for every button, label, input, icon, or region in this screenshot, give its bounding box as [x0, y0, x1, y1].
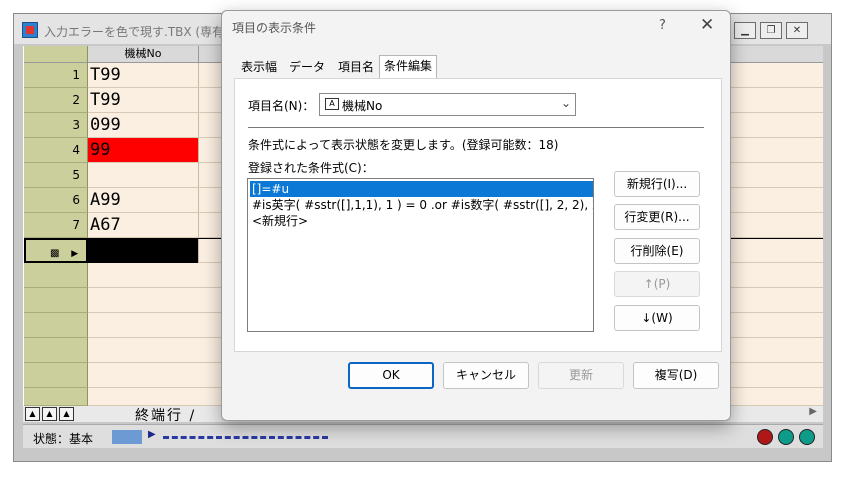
ok-button[interactable]: OK [348, 362, 434, 389]
minimize-icon[interactable]: ▁ [734, 22, 756, 39]
row-number[interactable] [24, 288, 88, 313]
divider [248, 127, 704, 128]
dialog-close-icon[interactable]: ✕ [700, 15, 714, 35]
background-window-title: 入力エラーを色で現す.TBX (専有) [44, 25, 229, 39]
teal-indicator-icon [799, 429, 815, 445]
row-number[interactable] [24, 263, 88, 288]
text-field-icon: A [325, 98, 339, 110]
field-select-value: 機械No [342, 99, 383, 113]
active-cell[interactable] [88, 239, 199, 263]
move-down-button[interactable]: ↓(W) [614, 305, 700, 331]
status-bar: 状態：基本 ▶ [23, 424, 823, 448]
tab-display-width[interactable]: 表示幅 [237, 57, 282, 78]
list-item[interactable]: <新規行> [250, 213, 593, 229]
scroll-up-icon[interactable]: ▲ [59, 407, 74, 421]
first-page-icon[interactable]: ▲ [25, 407, 40, 421]
row-number[interactable] [24, 388, 88, 406]
status-color-swatch [112, 430, 142, 444]
update-button[interactable]: 更新 [538, 362, 624, 389]
duplicate-button[interactable]: 複写(D) [633, 362, 719, 389]
new-row-button[interactable]: 新規行(I)... [614, 171, 700, 197]
condition-list[interactable]: []=#u #is英字( #sstr([],1,1), 1 ) = 0 .or … [247, 178, 594, 332]
tab-data[interactable]: データ [285, 57, 330, 78]
status-arrow-icon: ▶ [148, 429, 156, 440]
condition-edit-panel: 項目名(N)： A 機械No ⌄ 条件式によって表示状態を変更します。(登録可能… [234, 78, 722, 352]
column-header-label[interactable]: 機械No [88, 46, 199, 63]
current-row-pointer-icon: ▶ [71, 249, 79, 259]
field-select[interactable]: A 機械No ⌄ [319, 93, 576, 116]
grid-corner [24, 46, 88, 63]
condition-dialog: 項目の表示条件 ? ✕ 表示幅 データ 項目名 条件編集 項目名(N)： A 機… [221, 10, 731, 421]
table-cell[interactable]: A67 [88, 213, 199, 237]
cancel-button[interactable]: キャンセル [443, 362, 529, 389]
row-number[interactable]: 4 [24, 138, 88, 163]
help-icon[interactable]: ? [659, 18, 666, 33]
status-text: 状態：基本 [33, 432, 94, 446]
current-row-header[interactable]: ▩ ▶ [24, 238, 88, 263]
table-cell[interactable] [88, 163, 199, 187]
red-indicator-icon [757, 429, 773, 445]
app-icon [22, 22, 38, 38]
row-number[interactable] [24, 363, 88, 388]
row-number[interactable]: 3 [24, 113, 88, 138]
row-number[interactable] [24, 338, 88, 363]
dialog-title: 項目の表示条件 [232, 21, 317, 35]
row-number[interactable]: 1 [24, 63, 88, 88]
tab-item-name[interactable]: 項目名 [334, 57, 379, 78]
end-row-label: 終端行 / [135, 408, 197, 424]
list-item[interactable]: #is英字( #sstr([],1,1), 1 ) = 0 .or #is数字(… [250, 197, 593, 213]
row-number[interactable]: 7 [24, 213, 88, 238]
change-row-button[interactable]: 行変更(R)... [614, 204, 700, 230]
status-progress-dashes [163, 436, 328, 439]
table-cell[interactable]: T99 [88, 88, 199, 112]
chevron-down-icon[interactable]: ⌄ [561, 96, 571, 110]
row-number[interactable]: 2 [24, 88, 88, 113]
move-up-button[interactable]: ↑(P) [614, 271, 700, 297]
field-label: 項目名(N)： [248, 99, 315, 113]
row-number[interactable] [24, 313, 88, 338]
row-number[interactable]: 5 [24, 163, 88, 188]
new-row-marker-icon: ▩ [50, 248, 60, 259]
delete-row-button[interactable]: 行削除(E) [614, 238, 700, 264]
scroll-right-icon[interactable]: ▶ [809, 406, 817, 417]
info-text: 条件式によって表示状態を変更します。(登録可能数：18) [248, 138, 559, 152]
restore-icon[interactable]: ❐ [760, 22, 782, 39]
green-indicator-icon [778, 429, 794, 445]
list-item[interactable]: []=#u [250, 181, 593, 197]
table-cell[interactable]: A99 [88, 188, 199, 212]
error-highlighted-cell[interactable]: 99 [88, 138, 199, 162]
table-cell[interactable]: T99 [88, 63, 199, 87]
tab-condition-edit[interactable]: 条件編集 [379, 55, 438, 79]
condition-list-label: 登録された条件式(C)： [248, 161, 374, 175]
row-number[interactable]: 6 [24, 188, 88, 213]
table-cell[interactable]: 099 [88, 113, 199, 137]
close-icon[interactable]: ✕ [786, 22, 808, 39]
page-up-icon[interactable]: ▲ [42, 407, 57, 421]
